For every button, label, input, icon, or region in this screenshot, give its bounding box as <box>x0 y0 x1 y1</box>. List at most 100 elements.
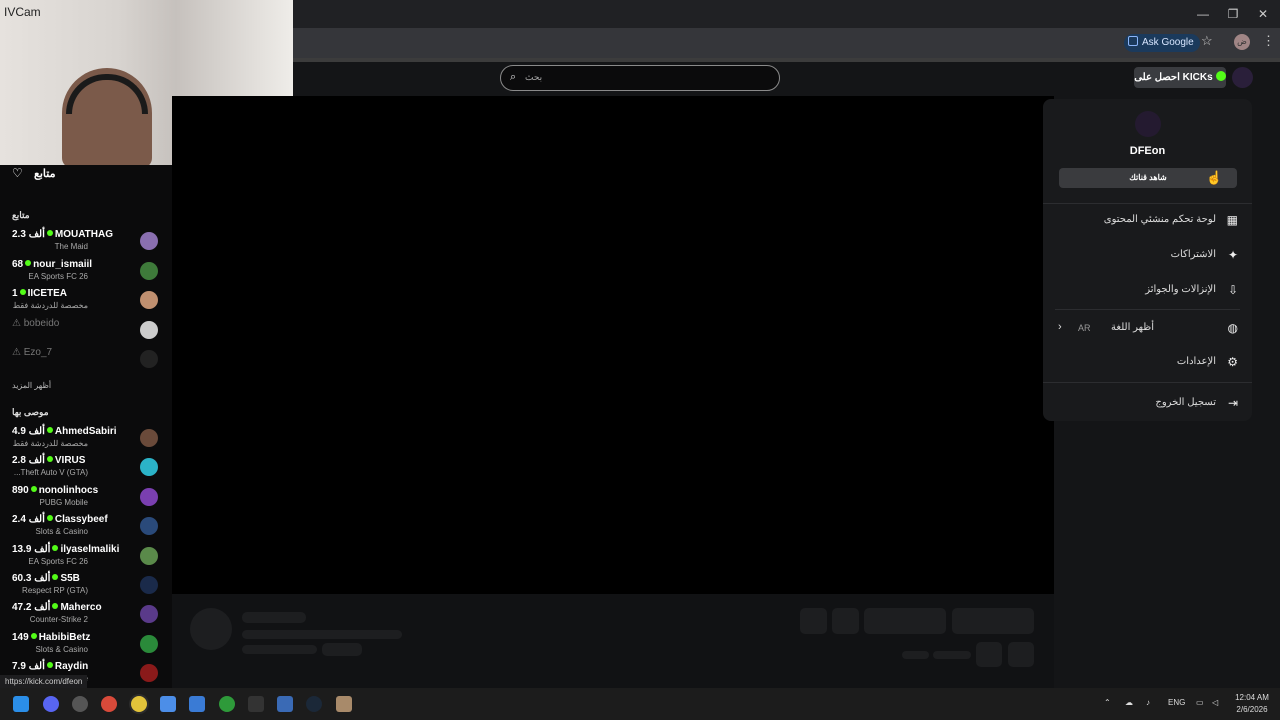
steam-icon[interactable] <box>306 696 322 712</box>
sparkle-icon: ✦ <box>1227 248 1238 262</box>
skeleton-line <box>242 612 306 623</box>
channel-name: AhmedSabiri <box>54 426 117 437</box>
sidebar: ♡ متابع متابع 2.3 ألف MOUATHAG The Maid 68 n… <box>0 96 172 688</box>
link-status-bar: https://kick.com/dfeon <box>0 675 88 689</box>
channel-name-line: 47.2 ألف Maherco <box>12 602 102 613</box>
skeleton-line <box>933 651 971 659</box>
channel-name: IICETEA <box>27 288 68 299</box>
skeleton-line <box>242 645 317 654</box>
sidebar-channel-item[interactable]: 2.4 ألف Classybeef Slots & Casino <box>0 514 172 543</box>
store-icon[interactable] <box>189 696 205 712</box>
windows-start-icon[interactable] <box>13 696 29 712</box>
chevron-right-icon: › <box>1058 321 1062 333</box>
channel-category: ...Theft Auto V (GTA) <box>13 468 88 478</box>
channel-name-line: 149 HabibiBetz <box>12 632 90 643</box>
gear-icon: ⚙ <box>1227 355 1238 369</box>
live-indicator-icon <box>46 427 53 433</box>
avatar <box>1135 111 1161 137</box>
menu-item-logout[interactable]: تسجيل الخروج ⇥ <box>1043 392 1252 416</box>
get-kicks-button[interactable]: احصل على KICKs <box>1134 67 1226 88</box>
xbox-icon[interactable] <box>219 696 235 712</box>
viewer-count: 7.9 ألف <box>12 661 45 673</box>
username: DFEon <box>1129 145 1166 157</box>
sidebar-channel-item[interactable]: 47.2 ألف Maherco Counter-Strike 2 <box>0 602 172 631</box>
menu-item-drops[interactable]: الإنزالات والجوائز ⇩ <box>1043 279 1252 303</box>
channel-name: bobeido <box>23 317 60 329</box>
channel-name: S5B <box>60 573 80 584</box>
channel-name: nour_ismaiil <box>33 258 93 270</box>
video-player[interactable] <box>172 96 1054 594</box>
windows-taskbar: ⌃ ☁ ♪ ENG ▭ ◁ 12:04 AM 2/6/2026 <box>0 688 1280 720</box>
skeleton-line <box>242 630 402 639</box>
channel-name-line: 4.9 ألف AhmedSabiri <box>12 426 117 437</box>
chevron-up-icon[interactable]: ⌃ <box>1104 698 1111 707</box>
channel-name-line: 60.3 ألف S5B <box>12 573 80 584</box>
skeleton-button <box>864 608 946 634</box>
avatar <box>140 576 158 594</box>
obs-icon[interactable] <box>72 696 88 712</box>
search-input[interactable]: ⌕ بحث <box>500 65 780 91</box>
minimize-button[interactable]: — <box>1188 4 1218 24</box>
network-app-icon[interactable]: ☁ <box>1125 698 1133 707</box>
channel-name-line: 1 IICETEA <box>12 288 67 299</box>
channel-category: The Maid <box>54 242 88 251</box>
browser-menu-icon[interactable]: ⋮ <box>1262 33 1275 49</box>
show-more-link[interactable]: أظهر المزيد <box>12 381 51 390</box>
viewer-count: 1 <box>12 288 18 299</box>
sidebar-channel-item[interactable]: 890 nonolinhocs PUBG Mobile <box>0 485 172 514</box>
shield-icon[interactable] <box>277 696 293 712</box>
app-icon[interactable] <box>101 696 117 712</box>
epic-games-icon[interactable] <box>248 696 264 712</box>
menu-item-subscriptions[interactable]: الاشتراكات ✦ <box>1043 244 1252 268</box>
chrome-icon[interactable] <box>131 696 147 712</box>
sidebar-channel-item[interactable]: ⚠ bobeido <box>0 318 172 347</box>
sidebar-channel-item[interactable]: 2.8 ألف VIRUS ...Theft Auto V (GTA) <box>0 455 172 484</box>
skeleton-button <box>800 608 827 634</box>
menu-item-language[interactable]: › AR أظهر اللغة ◍ <box>1043 317 1252 341</box>
sidebar-channel-item[interactable]: 4.9 ألف AhmedSabiri مخصصة للدردشة فقط <box>0 426 172 455</box>
channel-category: مخصصة للدردشة فقط <box>12 301 88 310</box>
menu-item-dashboard[interactable]: لوحة تحكم منشئي المحتوى ▦ <box>1043 209 1252 233</box>
viewer-count: 47.2 ألف <box>12 602 51 614</box>
sidebar-channel-item[interactable]: 2.3 ألف MOUATHAG The Maid <box>0 229 172 258</box>
sidebar-channel-item[interactable]: 149 HabibiBetz Slots & Casino <box>0 632 172 661</box>
divider <box>1055 309 1240 310</box>
viewer-count: 60.3 ألف <box>12 573 51 584</box>
avatar <box>140 261 158 280</box>
channel-name: HabibiBetz <box>38 631 91 643</box>
channel-name-line: 68 nour_ismaiil <box>12 259 92 270</box>
app-icon[interactable] <box>336 696 352 712</box>
sidebar-channel-item[interactable]: 1 IICETEA مخصصة للدردشة فقط <box>0 288 172 317</box>
sidebar-channel-item[interactable]: 68 nour_ismaiil EA Sports FC 26 <box>0 259 172 288</box>
microphone-icon[interactable]: ♪ <box>1146 698 1150 707</box>
user-avatar-button[interactable] <box>1232 67 1253 88</box>
channel-name-line: 7.9 ألف Raydin <box>12 661 88 672</box>
heart-icon[interactable]: ♡ <box>12 166 23 180</box>
menu-item-settings[interactable]: الإعدادات ⚙ <box>1043 351 1252 375</box>
sidebar-channel-item[interactable]: ⚠ Ezo_7 <box>0 347 172 376</box>
skeleton-avatar <box>190 608 232 650</box>
sidebar-channel-item[interactable]: 60.3 ألف S5B Respect RP (GTA) <box>0 573 172 602</box>
app-icon[interactable] <box>160 696 176 712</box>
volume-icon[interactable]: ◁ <box>1212 698 1218 707</box>
restore-button[interactable]: ❐ <box>1218 4 1248 24</box>
close-window-button[interactable]: ✕ <box>1248 4 1278 24</box>
discord-icon[interactable] <box>43 696 59 712</box>
ask-google-button[interactable]: Ask Google <box>1124 34 1200 52</box>
profile-avatar[interactable]: ض <box>1234 34 1250 50</box>
avatar <box>140 291 158 309</box>
channel-name-line: ⚠ Ezo_7 <box>12 347 52 358</box>
language-indicator[interactable]: ENG <box>1168 698 1185 707</box>
avatar <box>140 664 158 683</box>
stream-info-skeleton <box>172 594 1054 688</box>
avatar <box>140 320 158 339</box>
bookmark-star-icon[interactable]: ☆ <box>1201 33 1213 49</box>
clock[interactable]: 12:04 AM 2/6/2026 <box>1228 692 1276 716</box>
sidebar-channel-item[interactable]: 13.9 ألف ilyaselmaliki EA Sports FC 26 <box>0 544 172 573</box>
avatar <box>140 605 158 624</box>
avatar <box>140 458 158 477</box>
avatar <box>140 350 158 368</box>
channel-category: Slots & Casino <box>35 527 88 537</box>
display-icon[interactable]: ▭ <box>1196 698 1204 707</box>
channel-name-line: 2.3 ألف MOUATHAG <box>12 229 113 240</box>
